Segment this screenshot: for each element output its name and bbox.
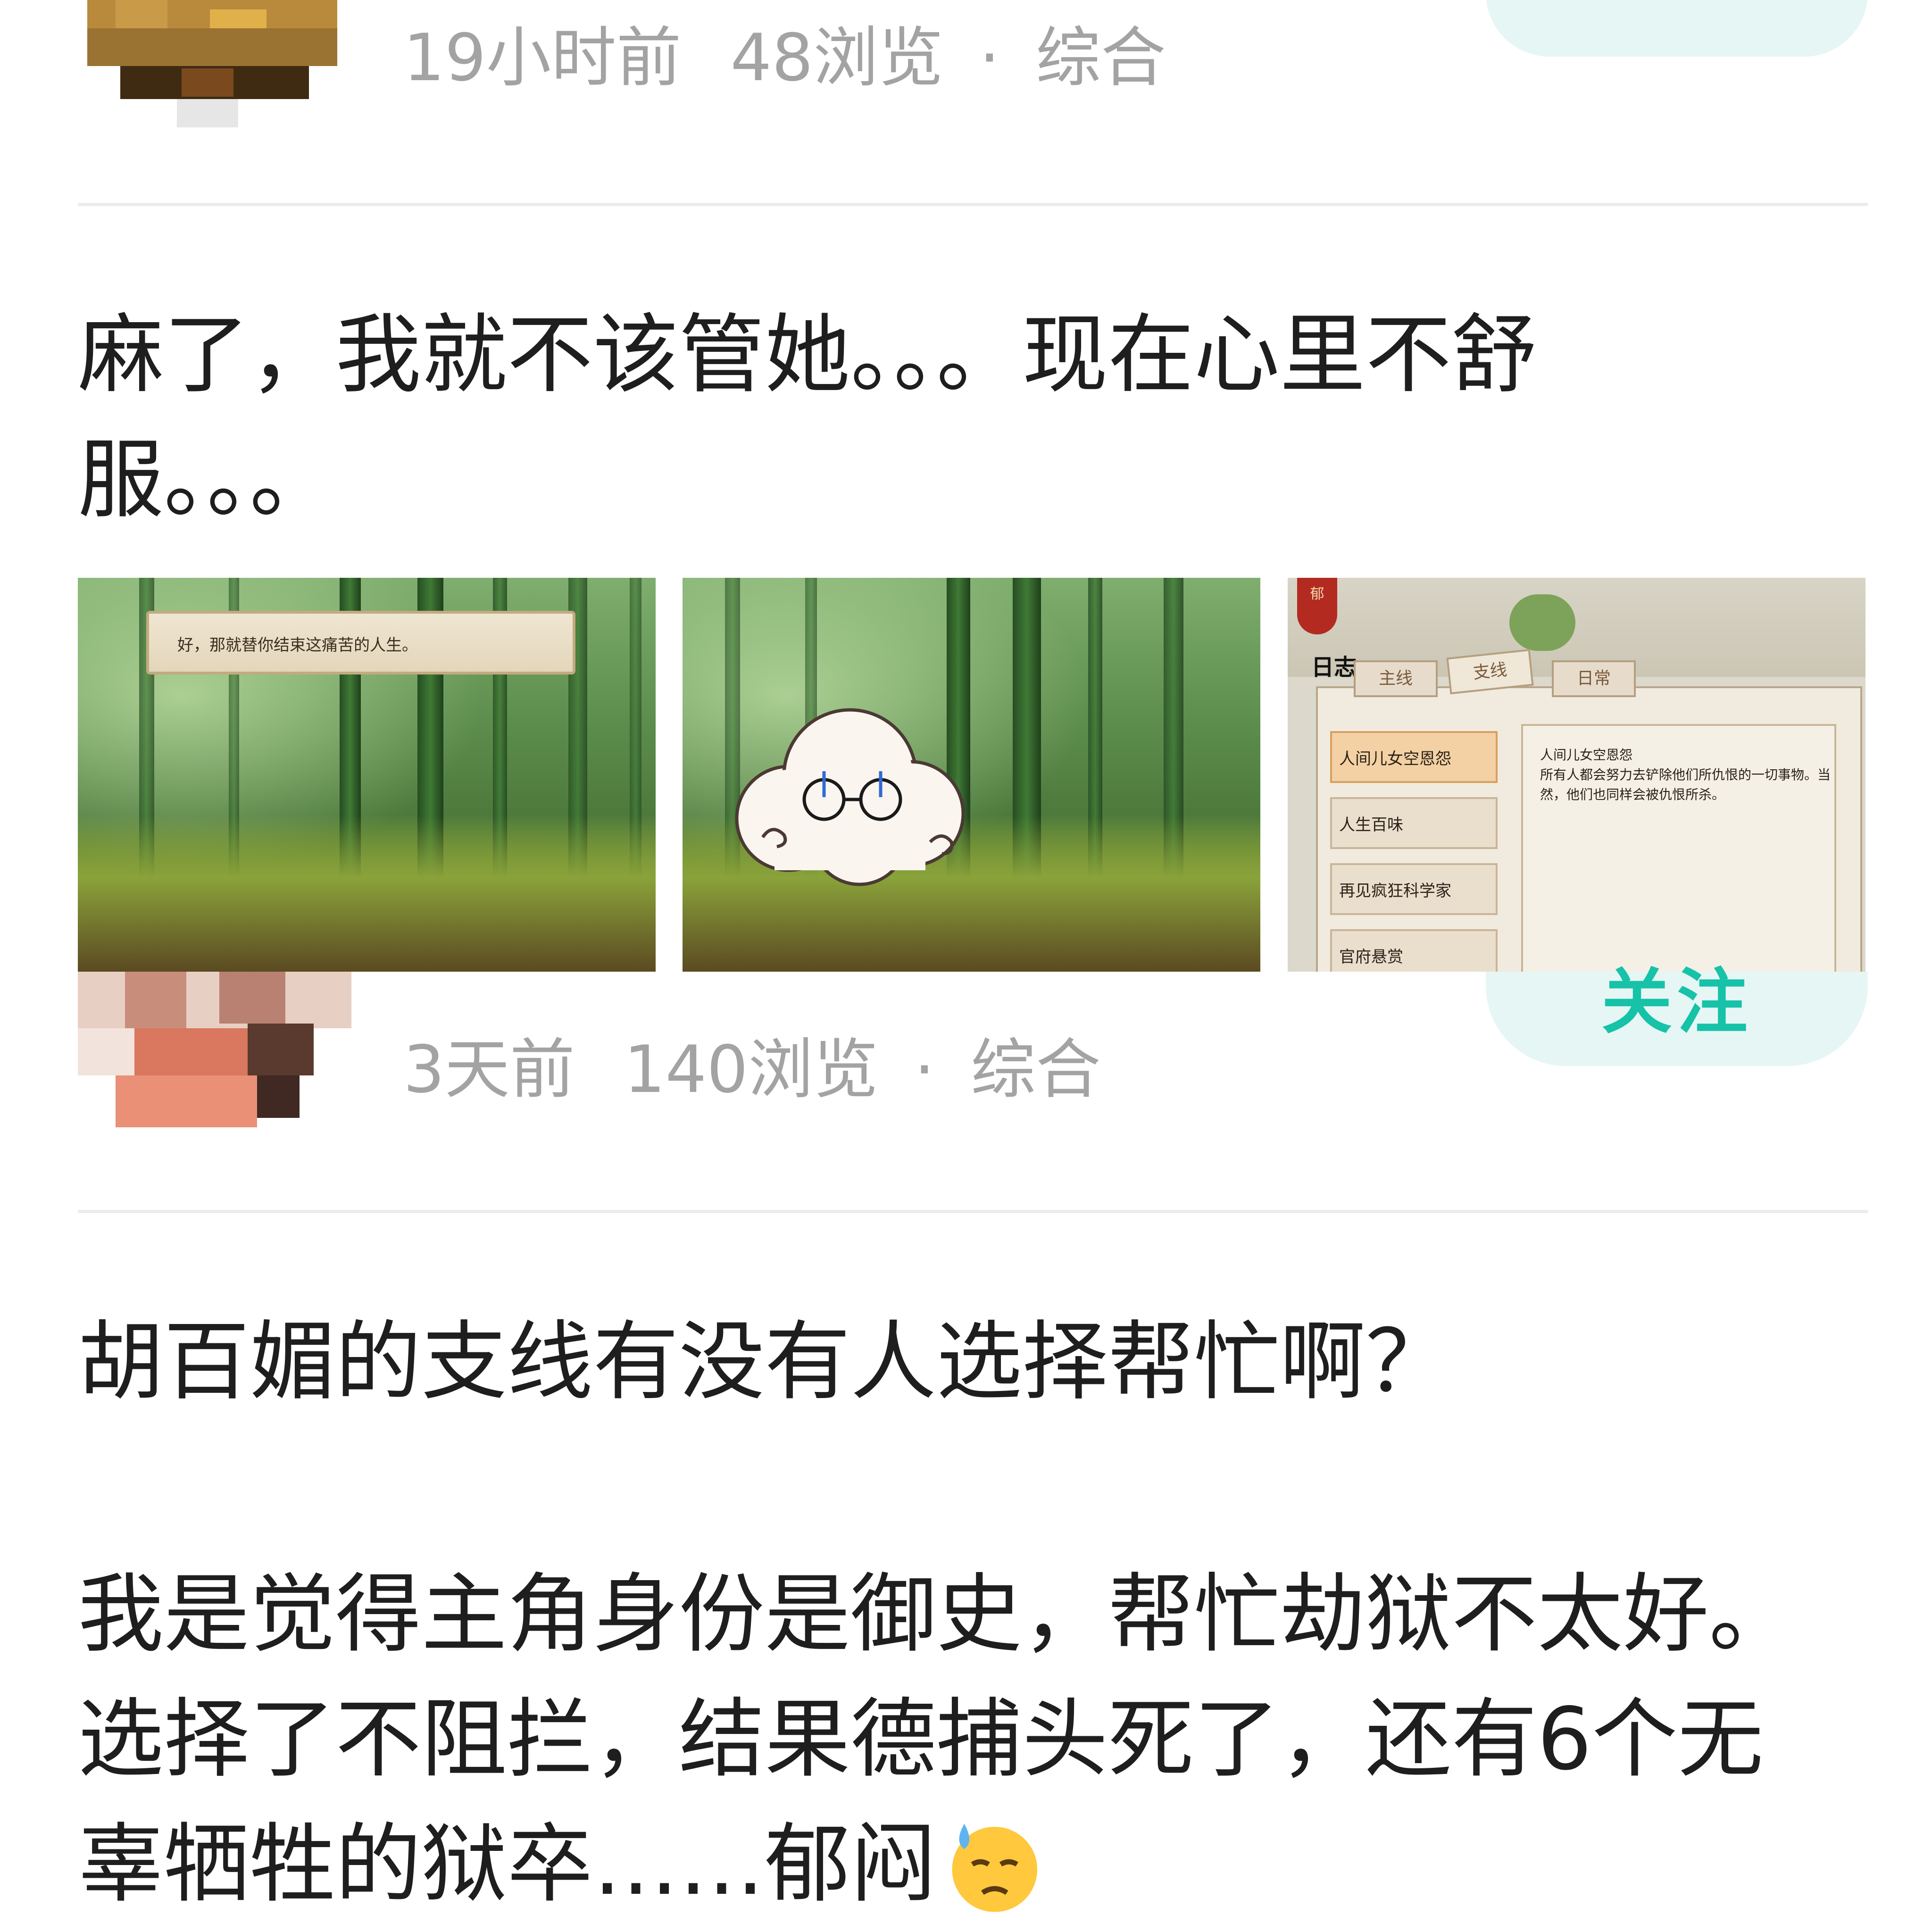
quest-item[interactable]: 官府悬赏 bbox=[1330, 929, 1498, 972]
post-meta: 19小时前 48浏览 · 综合 bbox=[403, 5, 1166, 99]
post-image-1[interactable]: 好，那就替你结束这痛苦的人生。 bbox=[78, 578, 656, 972]
post-text-line: 服。。。 bbox=[78, 430, 335, 530]
divider bbox=[78, 203, 1868, 206]
follow-label: 关注 bbox=[1601, 961, 1752, 1043]
location-badge: 郁 bbox=[1297, 578, 1337, 634]
post-meta: 3天前 140浏览 · 综合 bbox=[403, 1016, 1101, 1111]
view-count: 140浏览 bbox=[624, 1032, 879, 1108]
game-dialog-box: 好，那就替你结束这痛苦的人生。 bbox=[146, 611, 575, 675]
post-text-line: 辜牺牲的狱卒……郁闷 bbox=[78, 1802, 1795, 1927]
view-count: 48浏览 bbox=[730, 20, 944, 96]
quest-description-title: 人间儿女空恩怨 bbox=[1540, 747, 1633, 763]
quest-item[interactable]: 人间儿女空恩怨 bbox=[1330, 731, 1498, 783]
follow-button[interactable]: 关注 bbox=[1486, 0, 1868, 57]
quest-description: 人间儿女空恩怨 所有人都会努力去铲除他们所仇恨的一切事物。当然，他们也同样会被仇… bbox=[1540, 745, 1832, 805]
cloud-spirit-icon bbox=[735, 708, 965, 886]
post-category[interactable]: 综合 bbox=[971, 1032, 1101, 1108]
tab-daily-quest[interactable]: 日常 bbox=[1552, 660, 1636, 697]
post-time: 3天前 bbox=[403, 1032, 575, 1108]
post-text[interactable]: 我是觉得主角身份是御史，帮忙劫狱不太好。 选择了不阻拦，结果德捕头死了，还有6个… bbox=[78, 1552, 1795, 1927]
post-category[interactable]: 综合 bbox=[1036, 20, 1166, 96]
journal-logo: 日志 bbox=[1311, 654, 1357, 681]
post-text[interactable]: 麻了，我就不该管她。。。现在心里不舒 服。。。 bbox=[78, 292, 1537, 542]
avatar[interactable] bbox=[87, 0, 337, 127]
meta-separator: · bbox=[979, 20, 1000, 96]
post-text-line-content: 辜牺牲的狱卒……郁闷 bbox=[78, 1814, 936, 1914]
tab-main-quest[interactable]: 主线 bbox=[1354, 660, 1438, 697]
post-time: 19小时前 bbox=[403, 20, 682, 96]
post-title[interactable]: 胡百媚的支线有没有人选择帮忙啊？ bbox=[78, 1299, 1451, 1424]
post-image-2[interactable] bbox=[683, 578, 1260, 972]
divider bbox=[78, 1210, 1868, 1213]
post-text-line: 我是觉得主角身份是御史，帮忙劫狱不太好。 bbox=[78, 1564, 1795, 1664]
quest-item[interactable]: 人生百味 bbox=[1330, 797, 1498, 849]
quest-item[interactable]: 再见疯狂科学家 bbox=[1330, 863, 1498, 915]
post-text-line: 麻了，我就不该管她。。。现在心里不舒 bbox=[78, 305, 1537, 405]
avatar[interactable] bbox=[78, 972, 351, 1127]
quest-journal-scene: 郁 日志 主线 支线 日常 人间儿女空恩怨 人生百味 再见疯狂科学家 官府悬赏 … bbox=[1288, 578, 1865, 972]
post-image-3[interactable]: 郁 日志 主线 支线 日常 人间儿女空恩怨 人生百味 再见疯狂科学家 官府悬赏 … bbox=[1288, 578, 1865, 972]
follow-button[interactable]: 关注 bbox=[1486, 967, 1868, 1066]
meta-separator: · bbox=[914, 1032, 935, 1108]
post-text-line: 选择了不阻拦，结果德捕头死了，还有6个无 bbox=[78, 1689, 1764, 1789]
downcast-sweat-face-icon bbox=[952, 1824, 1038, 1912]
quest-description-body: 所有人都会努力去铲除他们所仇恨的一切事物。当然，他们也同样会被仇恨所杀。 bbox=[1540, 767, 1831, 802]
